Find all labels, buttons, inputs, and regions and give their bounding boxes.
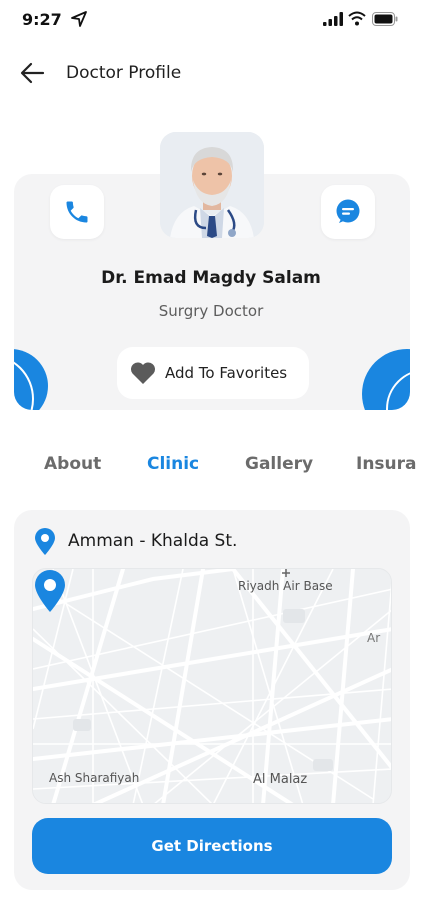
- doctor-specialty: Surgry Doctor: [158, 302, 264, 320]
- map-marker-icon: [35, 570, 65, 612]
- app-header: Doctor Profile: [0, 52, 422, 94]
- wifi-icon: [348, 11, 366, 26]
- page-title: Doctor Profile: [66, 63, 182, 83]
- map-label-malaz: Al Malaz: [253, 772, 308, 787]
- map-streets: [33, 569, 391, 803]
- clinic-location: Amman - Khalda St.: [68, 531, 238, 551]
- arrow-left-icon: [20, 62, 45, 84]
- chat-icon: [336, 199, 360, 223]
- clinic-card: Amman - Khalda St. Riyadh Air Base Ar As…: [14, 510, 410, 890]
- status-bar: 9:27: [0, 0, 422, 44]
- map-label-ash: Ash Sharafiyah: [49, 771, 140, 785]
- add-to-favorites-button[interactable]: Add To Favorites: [117, 347, 309, 399]
- clinic-map[interactable]: Riyadh Air Base Ar Ash Sharafiyah Al Mal…: [32, 568, 392, 804]
- tab-about[interactable]: About: [44, 454, 101, 474]
- battery-icon: [372, 12, 398, 26]
- tab-clinic[interactable]: Clinic: [147, 454, 199, 474]
- doctor-avatar: [160, 132, 264, 238]
- status-time: 9:27: [22, 10, 62, 29]
- get-directions-button[interactable]: Get Directions: [32, 818, 392, 874]
- location-arrow-icon: [71, 11, 87, 27]
- doctor-name: Dr. Emad Magdy Salam: [101, 268, 321, 288]
- chat-button[interactable]: [321, 185, 375, 239]
- map-label-riyadh: Riyadh Air Base: [238, 579, 333, 593]
- call-button[interactable]: [50, 185, 104, 239]
- tab-gallery[interactable]: Gallery: [245, 454, 313, 474]
- back-button[interactable]: [18, 59, 48, 87]
- map-pin-icon: [35, 528, 55, 555]
- add-to-favorites-label: Add To Favorites: [165, 364, 288, 382]
- profile-tabs: About Clinic Gallery Insura: [0, 448, 422, 482]
- tab-insurance[interactable]: Insura: [356, 454, 417, 474]
- map-label-ar: Ar: [367, 631, 381, 645]
- signal-icon: [323, 12, 343, 26]
- heart-icon: [130, 362, 156, 384]
- phone-icon: [66, 201, 88, 223]
